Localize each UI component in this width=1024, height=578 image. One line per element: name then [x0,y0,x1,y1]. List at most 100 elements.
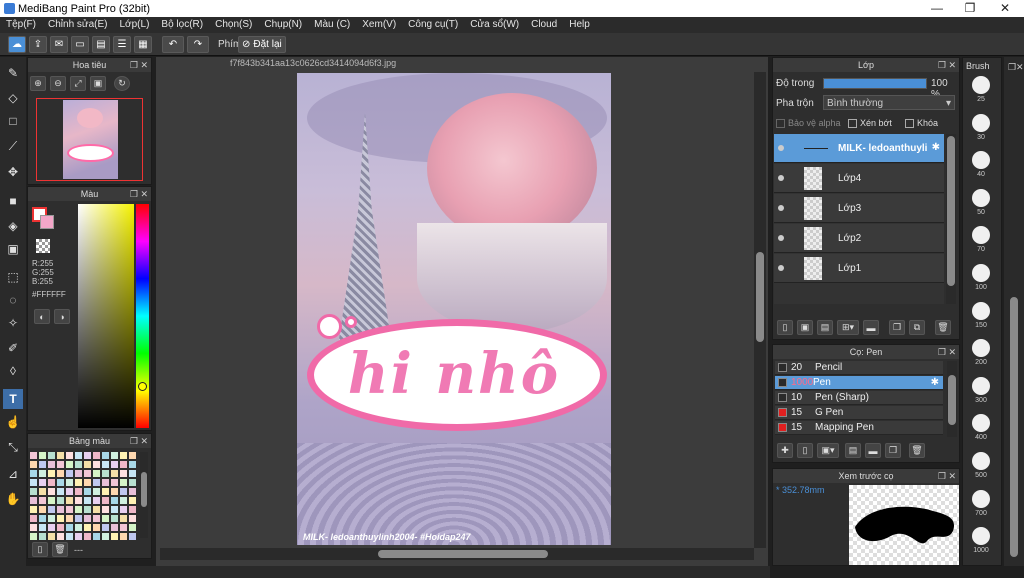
gear-icon[interactable]: ✱ [932,142,940,153]
brush-row[interactable]: 15 G Pen [775,406,943,420]
palette-close-icon[interactable]: ❐ ✕ [130,434,148,448]
palette-swatch[interactable] [129,524,136,531]
palette-swatch[interactable] [102,488,109,495]
layer-row-selected[interactable]: MILK- ledoanthuyli ✱ [774,134,944,163]
new-layer-icon[interactable]: ▯ [777,320,793,335]
gradient-icon[interactable]: ▣ [3,239,23,259]
palette-scrollbar[interactable] [140,452,148,538]
palette-swatch[interactable] [93,479,100,486]
brush-color-swatch[interactable] [778,393,787,402]
palette-swatch[interactable] [57,488,64,495]
layer-row[interactable]: Lớp1 [774,254,944,283]
palette-swatch[interactable] [39,470,46,477]
palette-swatch[interactable] [66,461,73,468]
palette-swatch[interactable] [111,470,118,477]
brush-size-option[interactable]: 500 [967,452,995,479]
hue-slider[interactable] [136,204,149,428]
menu-view[interactable]: Xem(V) [356,17,402,30]
eye-icon[interactable] [778,175,784,181]
palette-swatch[interactable] [66,479,73,486]
eye-icon[interactable] [778,145,784,151]
palette-swatch[interactable] [129,506,136,513]
palette-swatch[interactable] [102,515,109,522]
brush-row[interactable]: 10 Pen (Sharp) [775,391,943,405]
palette-swatch[interactable] [129,515,136,522]
navigator-close-icon[interactable]: ❐ ✕ [130,58,148,72]
palette-swatch[interactable] [75,524,82,531]
navigator-viewport[interactable] [36,98,143,181]
palette-swatch[interactable] [93,461,100,468]
palette-swatch[interactable] [39,461,46,468]
palette-swatch[interactable] [129,497,136,504]
maximize-button[interactable]: ❐ [955,1,985,15]
minimize-button[interactable]: — [922,1,952,15]
palette-swatch[interactable] [93,497,100,504]
palette-swatch[interactable] [84,506,91,513]
palette-swatch[interactable] [84,470,91,477]
comment-icon[interactable]: ▭ [71,36,89,53]
canvas-vscroll[interactable] [754,72,766,548]
palette-swatch[interactable] [120,497,127,504]
palette-swatch[interactable] [120,488,127,495]
palette-swatch[interactable] [75,506,82,513]
rotate-icon[interactable]: ↻ [114,76,130,91]
palette-swatch[interactable] [84,452,91,459]
palette-swatch[interactable] [102,479,109,486]
delete-palette-icon[interactable]: 🗑 [52,542,68,557]
document-icon[interactable]: ▤ [92,36,110,53]
hue-handle[interactable] [138,382,147,391]
palette-swatch[interactable] [48,452,55,459]
palette-swatch[interactable] [102,533,109,540]
palette-swatch[interactable] [57,533,64,540]
secondary-color-swatch[interactable] [40,215,54,229]
menu-edit[interactable]: Chỉnh sửa(E) [42,17,114,30]
fit-icon[interactable]: ⤢ [70,76,86,91]
undo-icon[interactable]: ↶ [162,36,184,53]
add-brush-icon[interactable]: ✚ [777,443,793,458]
brush-row[interactable]: 20 Pencil [775,361,943,375]
brush-menu-icon[interactable]: ▣▾ [817,443,839,458]
menu-snap[interactable]: Chụp(N) [258,17,308,30]
palette-swatch[interactable] [39,497,46,504]
preview-close-icon[interactable]: ❐ ✕ [938,469,956,483]
palette-swatch[interactable] [30,488,37,495]
palette-swatch[interactable] [84,461,91,468]
palette-swatch[interactable] [57,470,64,477]
brush-size-option[interactable]: 1000 [967,527,995,554]
palette-swatch[interactable] [75,452,82,459]
palette-swatch[interactable] [30,533,37,540]
palette-swatch[interactable] [75,497,82,504]
palette-swatch[interactable] [57,506,64,513]
palette-swatch[interactable] [111,533,118,540]
palette-swatch[interactable] [84,497,91,504]
brush-color-swatch[interactable] [778,378,787,387]
palette-swatch[interactable] [48,488,55,495]
palette-swatch[interactable] [48,479,55,486]
palette-swatch[interactable] [39,533,46,540]
palette-swatch[interactable] [93,533,100,540]
palette-swatch[interactable] [66,515,73,522]
actual-size-icon[interactable]: ▣ [90,76,106,91]
hand-pointer-icon[interactable]: ☝ [3,412,23,432]
palette-swatch[interactable] [120,461,127,468]
duplicate-brush-icon[interactable]: ❐ [885,443,901,458]
palette-swatch[interactable] [57,497,64,504]
palette-swatch[interactable] [111,488,118,495]
brush-row[interactable]: 15 Mapping Pen [775,421,943,435]
palette-swatch[interactable] [84,479,91,486]
brush-scrollbar[interactable] [947,361,957,437]
bucket-icon[interactable]: ◈ [3,216,23,236]
palette-swatch[interactable] [93,452,100,459]
zoom-out-icon[interactable]: ⊖ [50,76,66,91]
canvas-hscroll[interactable] [160,548,754,560]
brush-size-option[interactable]: 70 [967,226,995,253]
palette-swatch[interactable] [84,515,91,522]
brush-size-x-icon[interactable]: ✕ [1016,62,1024,73]
palette-swatch[interactable] [30,506,37,513]
protect-alpha-checkbox[interactable]: Bảo vệ alpha [776,118,841,129]
brush-size-option[interactable]: 200 [967,339,995,366]
menu-color[interactable]: Màu (C) [308,17,356,30]
palette-swatch[interactable] [111,461,118,468]
palette-swatch[interactable] [39,452,46,459]
canvas-image[interactable]: hi nhô MILK- ledoanthuylinh2004- #Hoidap… [297,73,611,545]
